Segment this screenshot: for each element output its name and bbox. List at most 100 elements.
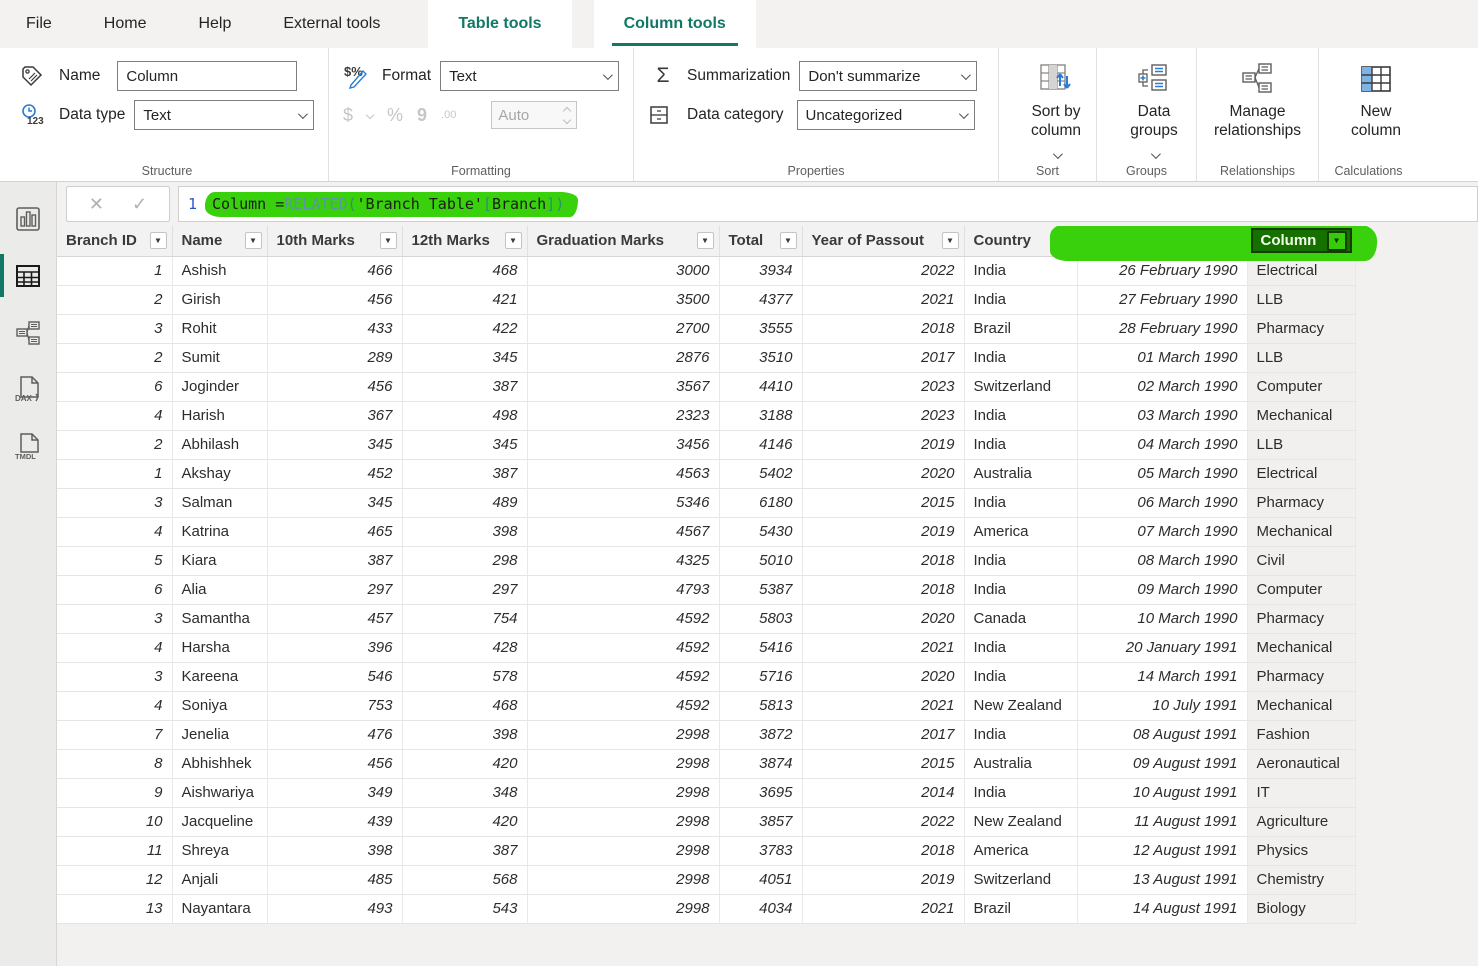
data-view-icon [15,263,41,289]
cell: 387 [402,459,527,488]
cell: 2018 [802,575,964,604]
cell: 10 August 1991 [1077,778,1247,807]
cell: India [964,575,1077,604]
cell: 398 [402,720,527,749]
cell: 9 [57,778,172,807]
cell: 5803 [719,604,802,633]
data-category-select[interactable]: Uncategorized [797,100,975,130]
tab-table-tools[interactable]: Table tools [428,0,571,48]
sort-by-column-button[interactable]: Sort by column [1013,60,1099,159]
cell: 2021 [802,285,964,314]
cell: 4563 [527,459,719,488]
format-select[interactable]: Text [440,61,619,91]
cell: 4567 [527,517,719,546]
table-row: 6Joginder456387356744102023Switzerland02… [57,372,1355,401]
cell: Computer [1247,372,1355,401]
filter-dropdown-icon[interactable]: ▾ [697,232,714,249]
cell: Harish [172,401,267,430]
filter-dropdown-icon[interactable]: ▾ [150,232,167,249]
data-type-select[interactable]: Text [134,100,314,130]
manage-relationships-button[interactable]: Manage relationships [1211,60,1304,141]
cell: 10 March 1990 [1077,604,1247,633]
table-row: 3Salman345489534661802015India06 March 1… [57,488,1355,517]
column-header-label: 10th Marks [277,232,355,249]
report-view-icon [15,206,41,232]
chevron-down-icon [958,109,968,119]
cell: 07 March 1990 [1077,517,1247,546]
svg-text:$%: $% [344,64,363,79]
data-view-button[interactable] [0,247,56,304]
filter-dropdown-icon[interactable]: ▾ [505,232,522,249]
cell: Samantha [172,604,267,633]
cell: 456 [267,749,402,778]
cell: 4410 [719,372,802,401]
cell: 4034 [719,894,802,923]
filter-dropdown-icon[interactable]: ▾ [245,232,262,249]
column-header-label: Total [729,232,764,249]
cell: 428 [402,633,527,662]
cell: Fashion [1247,720,1355,749]
filter-dropdown-icon[interactable]: ▾ [942,232,959,249]
tab-column-tools[interactable]: Column tools [594,0,756,48]
cell: 2023 [802,401,964,430]
data-groups-button[interactable]: Data groups [1111,60,1197,159]
column-header-label: Country [974,232,1032,249]
summarization-select[interactable]: Don't summarize [799,61,977,91]
table-row: 4Harsha396428459254162021India20 January… [57,633,1355,662]
manage-relationships-icon [1241,62,1275,96]
model-view-button[interactable] [0,304,56,361]
cell: 4146 [719,430,802,459]
column-header-branch-id[interactable]: Branch ID▾ [57,226,172,256]
dax-query-view-button[interactable]: DAX [0,361,56,418]
cell: 3510 [719,343,802,372]
cell: Mechanical [1247,633,1355,662]
cell: 11 [57,836,172,865]
chevron-down-icon [366,111,374,119]
cell: Abhilash [172,430,267,459]
table-row: 2Abhilash345345345641462019India04 March… [57,430,1355,459]
tmdl-view-button[interactable]: TMDL [0,418,56,475]
column-header-10th-marks[interactable]: 10th Marks ▾ [267,226,402,256]
cancel-formula-button[interactable]: ✕ [89,194,104,215]
formula-input[interactable]: 1 Column = RELATED('Branch Table'[Branch… [178,186,1478,222]
new-column-button[interactable]: New column [1333,60,1419,141]
cell: Australia [964,749,1077,778]
report-view-button[interactable] [0,190,56,247]
tab-file[interactable]: File [0,0,78,48]
column-header-year-of-passout[interactable]: Year of Passout▾ [802,226,964,256]
cell: 6180 [719,488,802,517]
cell: 3783 [719,836,802,865]
dax-label: DAX [15,394,33,403]
commit-formula-button[interactable]: ✓ [132,194,147,215]
tab-help[interactable]: Help [172,0,257,48]
cell: 456 [267,285,402,314]
filter-dropdown-icon[interactable]: ▾ [380,232,397,249]
cell: 345 [402,430,527,459]
filter-dropdown-icon[interactable]: ▾ [1327,231,1347,251]
cell: 10 July 1991 [1077,691,1247,720]
column-header-column[interactable]: Column▾ [1247,226,1355,256]
cell: 4793 [527,575,719,604]
column-header-total[interactable]: Total ▾ [719,226,802,256]
cell: 754 [402,604,527,633]
column-header-name[interactable]: Name▾ [172,226,267,256]
cell: 11 August 1991 [1077,807,1247,836]
tab-home[interactable]: Home [78,0,173,48]
tab-external-tools[interactable]: External tools [257,0,406,48]
table-row: 3Samantha457754459258032020Canada10 Marc… [57,604,1355,633]
column-name-input[interactable]: Column [117,61,297,91]
cell: 2 [57,343,172,372]
column-header-graduation-marks[interactable]: Graduation Marks▾ [527,226,719,256]
ribbon-group-structure: Name Column 123 Data type Text Structure [6,48,328,181]
cell: Alia [172,575,267,604]
cell: America [964,836,1077,865]
filter-dropdown-icon[interactable]: ▾ [780,232,797,249]
percent-format-icon: % [387,105,403,126]
table-row: 3Kareena546578459257162020India14 March … [57,662,1355,691]
cell: 1 [57,459,172,488]
cell: 4592 [527,633,719,662]
cell: India [964,662,1077,691]
cell: 5387 [719,575,802,604]
column-header-12th-marks[interactable]: 12th Marks▾ [402,226,527,256]
cell: 297 [402,575,527,604]
